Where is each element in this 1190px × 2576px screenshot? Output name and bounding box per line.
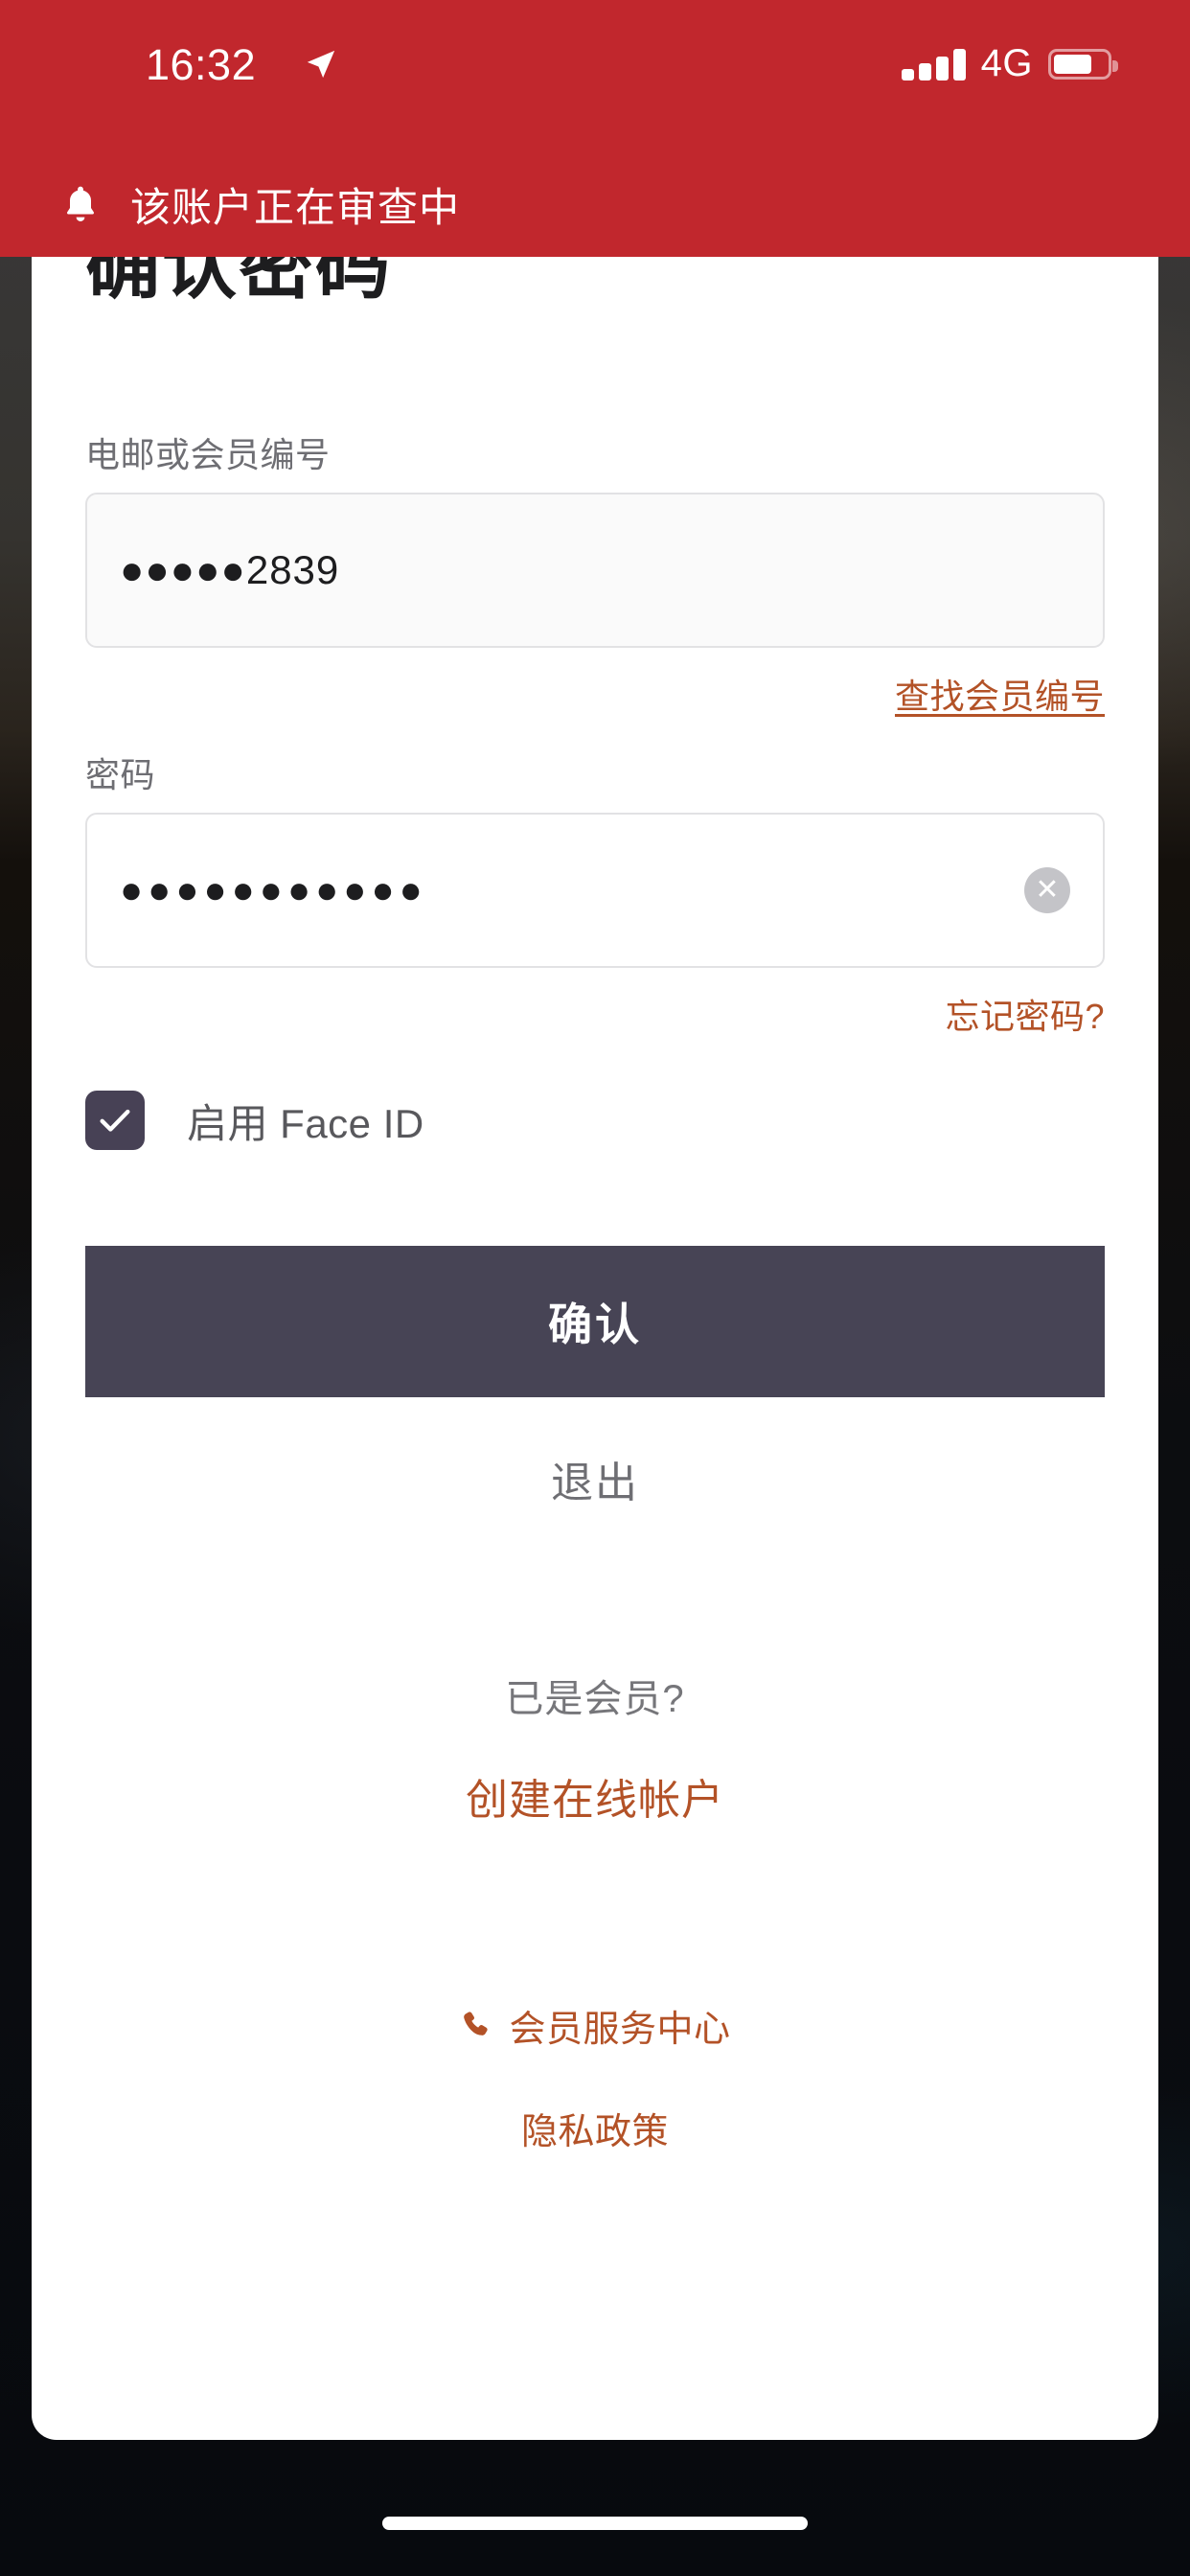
- confirm-button[interactable]: 确认: [85, 1246, 1105, 1397]
- forgot-password-link[interactable]: 忘记密码?: [945, 989, 1105, 1039]
- create-online-account-link[interactable]: 创建在线帐户: [85, 1765, 1105, 1827]
- status-indicators: 4G: [901, 42, 1118, 85]
- logout-button[interactable]: 退出: [85, 1397, 1105, 1560]
- checkmark-icon: [100, 1109, 130, 1132]
- member-id-label: 电邮或会员编号: [85, 435, 331, 474]
- bell-icon: [66, 186, 95, 221]
- battery-icon: [1048, 48, 1118, 80]
- password-helper-row: 忘记密码?: [85, 989, 1105, 1039]
- member-id-value: ●●●●●2839: [120, 547, 340, 592]
- password-input[interactable]: ●●●●●●●●●●● ✕: [85, 813, 1105, 968]
- member-id-field-group: 电邮或会员编号 ●●●●●2839 查找会员编号: [85, 427, 1105, 719]
- signup-prompt: 已是会员?: [505, 1678, 685, 1720]
- status-time: 16:32: [146, 40, 257, 89]
- member-id-input[interactable]: ●●●●●2839: [85, 493, 1105, 648]
- footer-links: 会员服务中心 隐私政策: [85, 1999, 1105, 2154]
- signal-bars-icon: [901, 48, 966, 80]
- page-title: 确认密码: [85, 247, 393, 308]
- find-member-id-link[interactable]: 查找会员编号: [895, 669, 1105, 719]
- member-id-helper-row: 查找会员编号: [85, 669, 1105, 719]
- battery-level: [1054, 54, 1091, 74]
- face-id-label: 启用 Face ID: [187, 1100, 424, 1146]
- signup-section: 已是会员? 创建在线帐户: [85, 1668, 1105, 1827]
- status-bar: 16:32 4G: [0, 0, 1190, 151]
- member-service-link[interactable]: 会员服务中心: [509, 1999, 730, 2052]
- phone-screen: 16:32 4G 该账户正在审查中 确认密码 电邮或会员编号 ●●●●●2839…: [0, 0, 1190, 2576]
- location-arrow-icon: [307, 50, 335, 79]
- account-review-banner[interactable]: 该账户正在审查中: [0, 151, 1190, 257]
- member-service-row[interactable]: 会员服务中心: [85, 1999, 1105, 2052]
- login-card: 确认密码 电邮或会员编号 ●●●●●2839 查找会员编号 密码 ●●●●●●●…: [32, 247, 1158, 2440]
- face-id-row[interactable]: 启用 Face ID: [85, 1091, 1105, 1150]
- home-indicator: [382, 2517, 808, 2530]
- network-label: 4G: [980, 42, 1033, 84]
- password-value: ●●●●●●●●●●●: [120, 868, 427, 911]
- privacy-policy-link[interactable]: 隐私政策: [85, 2102, 1105, 2154]
- banner-message: 该账户正在审查中: [130, 184, 461, 230]
- close-circle-icon[interactable]: ✕: [1024, 867, 1070, 913]
- face-id-checkbox[interactable]: [85, 1091, 145, 1150]
- password-label: 密码: [85, 755, 156, 794]
- password-field-group: 密码 ●●●●●●●●●●● ✕ 忘记密码?: [85, 748, 1105, 1039]
- phone-icon: [464, 2011, 489, 2036]
